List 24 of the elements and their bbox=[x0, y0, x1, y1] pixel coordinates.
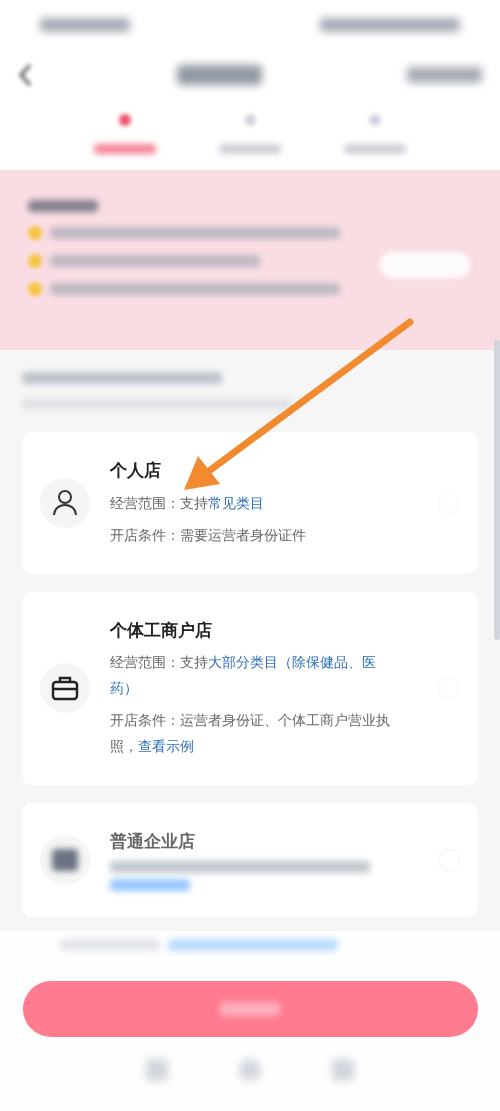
store-option-card[interactable]: 个体工商户店 经营范围：支持大部分类目（除保健品、医药） 开店条件：运营者身份证、个体工商户营业执照，查看示例 bbox=[22, 591, 478, 785]
back-nav-icon[interactable] bbox=[145, 1059, 168, 1081]
bullet-icon bbox=[28, 226, 42, 240]
store-option-card[interactable]: 个人店 经营范围：支持常见类目 开店条件：需要运营者身份证件 bbox=[22, 432, 478, 574]
pill-button[interactable] bbox=[380, 252, 470, 278]
back-icon[interactable] bbox=[18, 63, 32, 87]
store-title: 个人店 bbox=[110, 459, 162, 482]
briefcase-icon bbox=[51, 675, 79, 702]
next-button[interactable] bbox=[22, 981, 478, 1037]
view-example-link[interactable]: 查看示例 bbox=[138, 738, 194, 754]
home-nav-icon[interactable] bbox=[239, 1059, 261, 1081]
store-description: 开店条件：运营者身份证、个体工商户营业执照，查看示例 bbox=[110, 711, 390, 756]
store-option-card[interactable]: 普通企业店 bbox=[22, 803, 478, 917]
person-icon bbox=[52, 488, 78, 517]
blurred-text bbox=[28, 200, 98, 212]
store-description: 经营范围：支持常见类目 bbox=[110, 493, 265, 513]
store-description: 经营范围：支持大部分类目（除保健品、医药） bbox=[110, 653, 377, 698]
store-icon bbox=[52, 848, 78, 871]
bullet-icon bbox=[28, 282, 42, 296]
recents-nav-icon[interactable] bbox=[332, 1059, 355, 1081]
store-description: 开店条件：需要运营者身份证件 bbox=[110, 525, 307, 545]
store-title: 普通企业店 bbox=[110, 830, 196, 853]
store-title: 个体工商户店 bbox=[110, 618, 213, 642]
bullet-icon bbox=[28, 254, 42, 268]
